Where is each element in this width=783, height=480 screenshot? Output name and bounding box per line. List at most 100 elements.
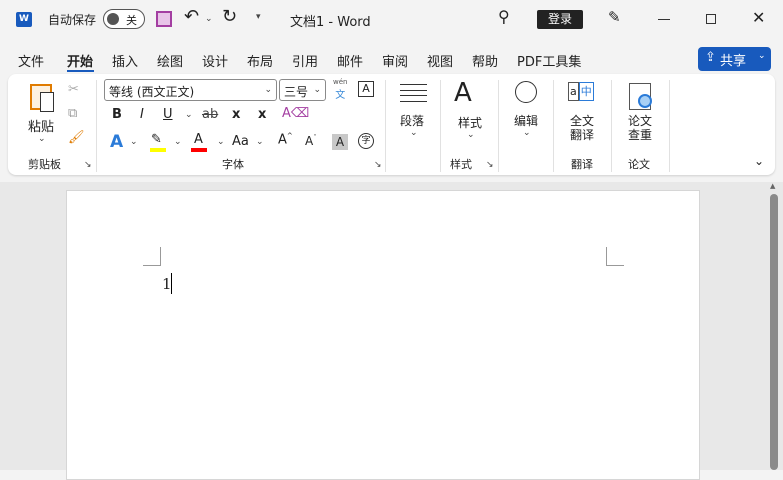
- character-shading-button[interactable]: A: [332, 134, 348, 150]
- redo-icon[interactable]: ↻: [222, 6, 237, 27]
- text-cursor: [171, 273, 172, 294]
- divider: [611, 80, 612, 172]
- phonetic-text: wén: [333, 78, 348, 86]
- scroll-up-icon[interactable]: ▲: [770, 182, 775, 190]
- text-effects-dropdown-icon[interactable]: ⌄: [130, 137, 138, 147]
- scrollbar-thumb[interactable]: [770, 194, 778, 470]
- margin-mark-top-left: [143, 247, 161, 266]
- divider: [440, 80, 441, 172]
- ribbon: 粘贴 ⌄ ✂ ⧉ 🖌 剪贴板 ↘ 等线 (西文正文) ⌄ 三号 ⌄ wén 文 A B…: [8, 74, 775, 175]
- paragraph-icon: [400, 84, 427, 102]
- close-button[interactable]: ✕: [752, 8, 765, 27]
- search-editing-icon: [515, 81, 537, 103]
- customize-qat-icon[interactable]: ▾: [256, 12, 261, 22]
- tab-home[interactable]: 开始: [67, 51, 93, 70]
- share-dropdown-icon[interactable]: ⌄: [758, 51, 766, 61]
- underline-button[interactable]: U: [163, 107, 173, 122]
- tab-draw[interactable]: 绘图: [157, 51, 183, 70]
- enclose-characters-button[interactable]: 字: [358, 133, 374, 149]
- format-painter-icon[interactable]: 🖌: [68, 130, 85, 145]
- translate-group-label: 翻译: [571, 158, 593, 171]
- tab-insert[interactable]: 插入: [112, 51, 138, 70]
- divider: [498, 80, 499, 172]
- font-color-dropdown-icon[interactable]: ⌄: [217, 137, 225, 147]
- share-button[interactable]: ⇪ 共享 ⌄: [698, 47, 771, 71]
- char-border-a: A: [362, 82, 370, 95]
- grow-font-button[interactable]: A^: [278, 132, 293, 147]
- search-icon[interactable]: ⚲: [498, 7, 510, 26]
- subscript-button[interactable]: x: [232, 107, 240, 122]
- bold-button[interactable]: B: [112, 107, 122, 122]
- superscript-button[interactable]: x: [258, 107, 266, 122]
- shrink-a: A: [305, 134, 314, 148]
- clear-formatting-icon[interactable]: A⌫: [282, 106, 309, 121]
- font-name-select[interactable]: 等线 (西文正文) ⌄: [104, 79, 277, 101]
- styles-icon: A: [454, 78, 472, 108]
- minimize-button[interactable]: [658, 19, 670, 20]
- editing-dropdown-icon[interactable]: ⌄: [523, 128, 531, 138]
- font-color-bar: [191, 148, 207, 152]
- translate-line1: 全文: [570, 114, 595, 128]
- tab-view[interactable]: 视图: [427, 51, 453, 70]
- translate-icon: a中: [568, 82, 595, 108]
- paper-line2: 查重: [628, 128, 653, 142]
- phonetic-guide-icon[interactable]: wén 文: [333, 78, 347, 101]
- tab-file[interactable]: 文件: [18, 51, 44, 70]
- document-page[interactable]: 1: [66, 190, 700, 480]
- word-logo-icon: W: [16, 12, 32, 27]
- styles-launcher-icon[interactable]: ↘: [486, 160, 494, 170]
- change-case-button[interactable]: Aa: [232, 134, 249, 149]
- copy-icon[interactable]: ⧉: [68, 106, 77, 121]
- styles-dropdown-icon[interactable]: ⌄: [467, 130, 475, 140]
- paragraph-button[interactable]: 段落: [400, 112, 424, 129]
- designer-icon[interactable]: ✎: [608, 8, 621, 26]
- tab-review[interactable]: 审阅: [382, 51, 408, 70]
- font-launcher-icon[interactable]: ↘: [374, 160, 382, 170]
- tab-mailings[interactable]: 邮件: [337, 51, 363, 70]
- styles-button[interactable]: 样式: [458, 114, 482, 131]
- strikethrough-button[interactable]: ab: [202, 107, 218, 122]
- collapse-ribbon-icon[interactable]: ⌄: [754, 154, 764, 168]
- undo-icon[interactable]: ↶: [184, 6, 199, 27]
- paste-button[interactable]: 粘贴: [28, 116, 54, 135]
- translate-line2: 翻译: [570, 128, 595, 142]
- paper-check-button[interactable]: 论文 查重: [628, 114, 652, 142]
- paper-check-icon: [629, 83, 652, 110]
- login-button[interactable]: 登录: [537, 10, 583, 29]
- text-effects-button[interactable]: A: [110, 132, 123, 152]
- tab-design[interactable]: 设计: [202, 51, 228, 70]
- window-title: 文档1 - Word: [290, 15, 371, 30]
- shrink-font-button[interactable]: Aˇ: [305, 134, 317, 148]
- character-border-button[interactable]: A: [358, 81, 374, 97]
- font-name-value: 等线 (西文正文): [109, 85, 195, 99]
- paper-group-label: 论文: [628, 158, 650, 171]
- tab-help[interactable]: 帮助: [472, 51, 498, 70]
- autosave-toggle[interactable]: 关: [103, 9, 145, 29]
- editing-button[interactable]: 编辑: [514, 112, 538, 129]
- underline-dropdown-icon[interactable]: ⌄: [185, 110, 193, 120]
- margin-mark-top-right: [606, 247, 624, 266]
- change-case-dropdown-icon[interactable]: ⌄: [256, 137, 264, 147]
- tab-pdf-tools[interactable]: PDF工具集: [517, 51, 581, 70]
- paste-dropdown-icon[interactable]: ⌄: [38, 134, 46, 144]
- highlight-button[interactable]: ✎: [151, 132, 162, 147]
- italic-button[interactable]: I: [140, 107, 144, 122]
- maximize-button[interactable]: [706, 14, 716, 24]
- save-icon[interactable]: [156, 11, 172, 27]
- active-tab-indicator: [67, 70, 94, 72]
- tab-layout[interactable]: 布局: [247, 51, 273, 70]
- full-text-translate-button[interactable]: 全文 翻译: [570, 114, 594, 142]
- tab-references[interactable]: 引用: [292, 51, 318, 70]
- highlight-dropdown-icon[interactable]: ⌄: [174, 137, 182, 147]
- clipboard-group-label: 剪贴板: [28, 158, 61, 171]
- vertical-scrollbar[interactable]: ▲: [768, 182, 780, 470]
- clipboard-launcher-icon[interactable]: ↘: [84, 160, 92, 170]
- undo-dropdown-icon[interactable]: ⌄: [205, 14, 213, 24]
- toggle-knob: [107, 13, 119, 25]
- paragraph-dropdown-icon[interactable]: ⌄: [410, 128, 418, 138]
- cut-icon[interactable]: ✂: [68, 82, 79, 97]
- font-color-button[interactable]: A: [194, 132, 203, 147]
- font-size-select[interactable]: 三号 ⌄: [279, 79, 326, 101]
- styles-group-label: 样式: [450, 158, 472, 171]
- divider: [385, 80, 386, 172]
